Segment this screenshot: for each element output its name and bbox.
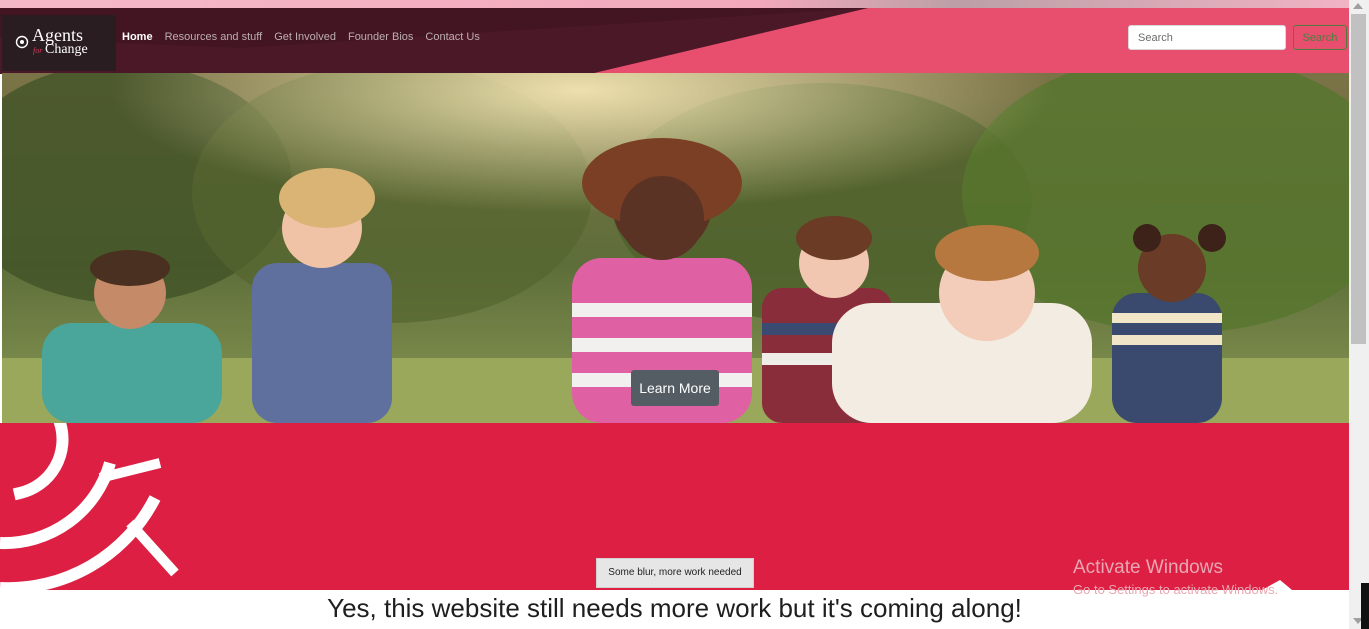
nav-item-resources[interactable]: Resources and stuff [165,31,263,43]
page-headline: Yes, this website still needs more work … [327,593,1022,623]
nav-item-home[interactable]: Home [122,31,153,43]
activate-windows-title: Activate Windows [1073,557,1223,578]
blur-notice-label: Some blur, more work needed [596,558,754,588]
logo-text-change: Change [45,42,88,57]
logo-emblem-icon [15,35,29,49]
nav-item-founder-bios[interactable]: Founder Bios [348,31,413,43]
brand-logo[interactable]: Agents for Change [2,15,116,71]
learn-more-button[interactable]: Learn More [631,370,719,406]
navbar: Agents for Change Home Resources and stu… [0,8,1349,74]
page: Agents for Change Home Resources and stu… [0,0,1369,629]
window-edge [1361,583,1369,629]
nav-links: Home Resources and stuff Get Involved Fo… [122,31,480,43]
nav-item-contact-us[interactable]: Contact Us [425,31,479,43]
search-button[interactable]: Search [1293,25,1347,50]
vertical-scrollbar[interactable] [1349,0,1369,629]
scroll-up-arrow-icon[interactable] [1353,3,1363,9]
nav-item-get-involved[interactable]: Get Involved [274,31,336,43]
scrollbar-thumb[interactable] [1351,14,1366,344]
search-input[interactable] [1128,25,1286,50]
logo-text-for: for [33,46,43,55]
decorative-arc-icon [0,423,179,590]
